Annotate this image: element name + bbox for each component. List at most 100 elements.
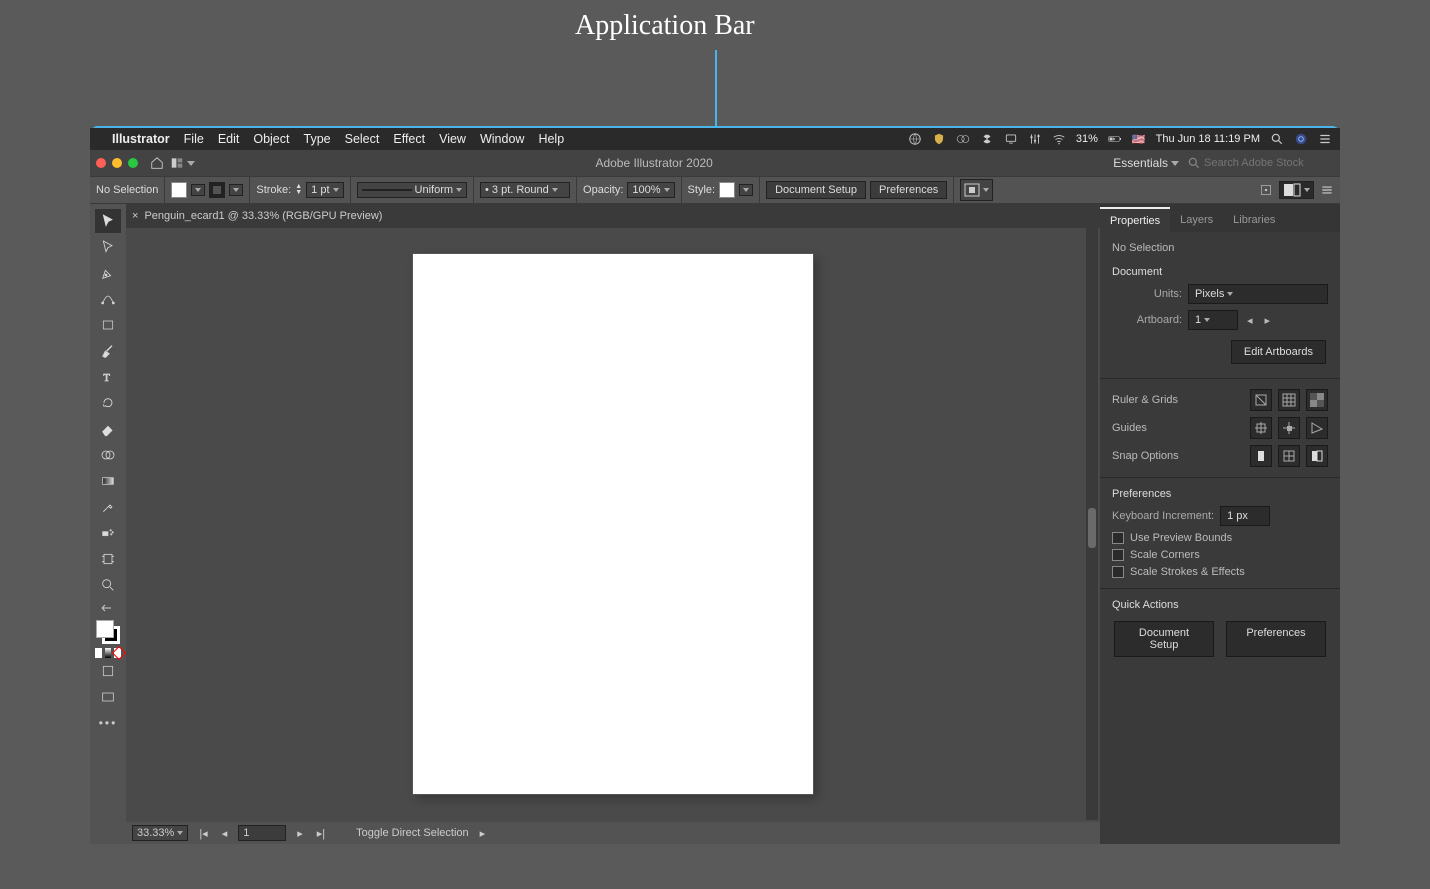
fill-stroke-indicator[interactable] [94, 618, 122, 646]
menu-view[interactable]: View [439, 132, 466, 146]
smart-guides-icon[interactable] [1306, 417, 1328, 439]
stroke-swatch[interactable] [209, 182, 225, 198]
notification-center-icon[interactable] [1318, 132, 1332, 146]
symbol-sprayer-tool[interactable] [95, 521, 121, 545]
paintbrush-tool[interactable] [95, 339, 121, 363]
swap-fill-stroke-icon[interactable] [95, 599, 121, 613]
status-hint-menu[interactable]: ▸ [477, 827, 489, 840]
snap-pixel-icon[interactable] [1259, 183, 1273, 197]
color-mode-toggles[interactable] [95, 648, 121, 658]
guides-visibility-icon[interactable] [1250, 417, 1272, 439]
next-artboard-btn[interactable]: ▸ [1262, 314, 1274, 327]
siri-icon[interactable] [1294, 132, 1308, 146]
fill-dropdown[interactable] [191, 184, 205, 196]
menu-object[interactable]: Object [253, 132, 289, 146]
menu-effect[interactable]: Effect [393, 132, 425, 146]
sliders-icon[interactable] [1028, 132, 1042, 146]
rectangle-tool[interactable] [95, 313, 121, 337]
artboard[interactable] [413, 254, 813, 794]
zoom-tool[interactable] [95, 573, 121, 597]
graphic-style-swatch[interactable] [719, 182, 735, 198]
tab-libraries[interactable]: Libraries [1223, 208, 1285, 232]
fan-icon[interactable] [980, 132, 994, 146]
guides-lock-icon[interactable] [1278, 417, 1300, 439]
direct-selection-tool[interactable] [95, 235, 121, 259]
fill-swatch[interactable] [171, 182, 187, 198]
stepper[interactable]: ▲▼ [295, 184, 302, 196]
vertical-scrollbar[interactable] [1086, 228, 1098, 820]
type-tool[interactable]: T [95, 365, 121, 389]
stroke-dropdown[interactable] [229, 184, 243, 196]
selection-tool[interactable] [95, 209, 121, 233]
qa-preferences-button[interactable]: Preferences [1226, 621, 1326, 657]
qa-document-setup-button[interactable]: Document Setup [1114, 621, 1214, 657]
edit-toolbar[interactable]: ••• [95, 711, 121, 735]
keyboard-increment-field[interactable]: 1 px [1220, 506, 1270, 526]
menu-type[interactable]: Type [304, 132, 331, 146]
workspace-switcher[interactable]: Essentials [1113, 156, 1179, 170]
shield-icon[interactable] [932, 132, 946, 146]
zoom-level[interactable]: 33.33% [132, 825, 188, 841]
tab-layers[interactable]: Layers [1170, 208, 1223, 232]
artboard-number[interactable]: 1 [238, 825, 286, 841]
artboard-select[interactable]: 1 [1188, 310, 1238, 330]
rotate-tool[interactable] [95, 391, 121, 415]
document-setup-button[interactable]: Document Setup [766, 181, 866, 199]
units-select[interactable]: Pixels [1188, 284, 1328, 304]
panel-menu-icon[interactable] [1320, 183, 1334, 197]
align-to[interactable] [960, 179, 993, 201]
tab-properties[interactable]: Properties [1100, 207, 1170, 233]
home-icon[interactable] [150, 156, 164, 170]
snap-grid-icon[interactable] [1278, 445, 1300, 467]
input-flag[interactable]: 🇺🇸 [1132, 133, 1146, 146]
document-tab[interactable]: × Penguin_ecard1 @ 33.33% (RGB/GPU Previ… [126, 204, 1100, 228]
prev-artboard[interactable]: ◂ [219, 827, 231, 840]
curvature-tool[interactable] [95, 287, 121, 311]
snap-point-icon[interactable] [1250, 445, 1272, 467]
variable-width-profile[interactable]: Uniform [357, 182, 468, 198]
screen-mode[interactable] [95, 685, 121, 709]
scale-strokes-checkbox[interactable]: Scale Strokes & Effects [1112, 566, 1328, 578]
edit-artboards-button[interactable]: Edit Artboards [1231, 340, 1326, 364]
close-window[interactable] [96, 158, 106, 168]
menu-window[interactable]: Window [480, 132, 524, 146]
scale-corners-checkbox[interactable]: Scale Corners [1112, 549, 1328, 561]
artboard-tool[interactable] [95, 547, 121, 571]
globe-icon[interactable] [908, 132, 922, 146]
brush-definition[interactable]: •3 pt. Round [480, 182, 570, 198]
battery-icon[interactable] [1108, 132, 1122, 146]
preferences-button[interactable]: Preferences [870, 181, 947, 199]
pen-tool[interactable] [95, 261, 121, 285]
opacity-field[interactable]: 100% [627, 182, 674, 198]
ruler-icon[interactable] [1250, 389, 1272, 411]
snap-pixel-icon[interactable] [1306, 445, 1328, 467]
first-artboard[interactable]: |◂ [196, 827, 210, 840]
wifi-icon[interactable] [1052, 132, 1066, 146]
battery-percent[interactable]: 31% [1076, 133, 1098, 145]
arrange-documents[interactable] [170, 156, 195, 170]
menu-help[interactable]: Help [538, 132, 564, 146]
search-icon[interactable] [1270, 132, 1284, 146]
use-preview-bounds-checkbox[interactable]: Use Preview Bounds [1112, 532, 1328, 544]
menu-edit[interactable]: Edit [218, 132, 240, 146]
last-artboard[interactable]: ▸| [314, 827, 328, 840]
eyedropper-tool[interactable] [95, 495, 121, 519]
stroke-weight[interactable]: 1 pt [306, 182, 343, 198]
eraser-tool[interactable] [95, 417, 121, 441]
canvas[interactable] [126, 228, 1100, 820]
gradient-tool[interactable] [95, 469, 121, 493]
next-artboard[interactable]: ▸ [294, 827, 306, 840]
search-stock[interactable] [1204, 157, 1334, 169]
close-tab-icon[interactable]: × [132, 210, 138, 222]
snap-options-dropdown[interactable] [1279, 181, 1314, 199]
menu-file[interactable]: File [184, 132, 204, 146]
transparency-grid-icon[interactable] [1306, 389, 1328, 411]
cc-icon[interactable] [956, 132, 970, 146]
display-icon[interactable] [1004, 132, 1018, 146]
fullscreen-window[interactable] [128, 158, 138, 168]
datetime[interactable]: Thu Jun 18 11:19 PM [1156, 133, 1260, 145]
graphic-style-dropdown[interactable] [739, 184, 753, 196]
prev-artboard-btn[interactable]: ◂ [1244, 314, 1256, 327]
app-menu[interactable]: Illustrator [112, 132, 170, 146]
grid-icon[interactable] [1278, 389, 1300, 411]
